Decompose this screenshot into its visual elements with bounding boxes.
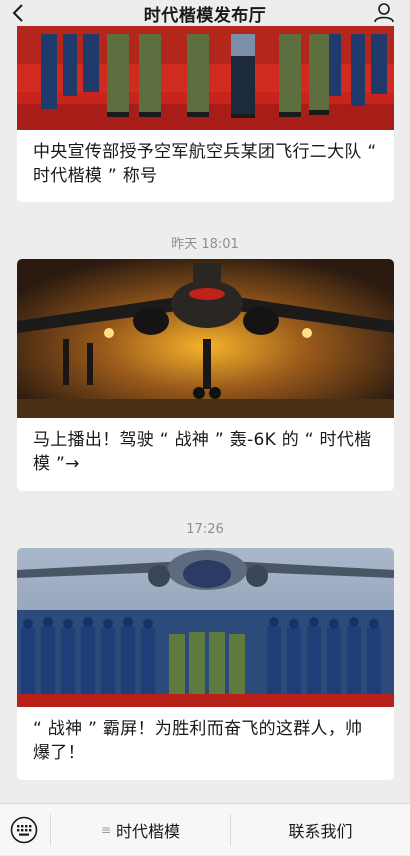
chevron-left-icon[interactable]: [8, 2, 30, 24]
timestamp-1: 昨天 18:01: [171, 237, 239, 252]
user-icon[interactable]: [372, 1, 396, 25]
article-image-3: [17, 548, 394, 707]
article-title-3[interactable]: “ 战神 ” 霸屏！为胜利而奋飞的这群人，帅爆了！: [17, 707, 394, 765]
menu-label-contact: 联系我们: [288, 822, 353, 841]
article-title-1[interactable]: 中央宣传部授予空军航空兵某团飞行二大队 “ 时代楷模 ” 称号: [17, 130, 394, 188]
article-card-2[interactable]: 马上播出！驾驶 “ 战神 ” 轰-6K 的 “ 时代楷模 ”→: [17, 259, 394, 491]
article-card-3[interactable]: “ 战神 ” 霸屏！为胜利而奋飞的这群人，帅爆了！: [17, 548, 394, 780]
timestamp-2: 17:26: [186, 522, 224, 537]
menu-button-contact[interactable]: 联系我们: [231, 804, 410, 856]
bottom-menu-bar: ≡ 时代楷模 联系我们: [0, 803, 410, 855]
top-nav-bar: 时代楷模发布厅: [0, 0, 410, 26]
menu-button-heroes[interactable]: ≡ 时代楷模: [51, 804, 230, 856]
menu-list-icon: ≡: [100, 823, 112, 837]
menu-label-heroes: 时代楷模: [116, 822, 181, 841]
keyboard-icon[interactable]: [10, 816, 38, 844]
page-title: 时代楷模发布厅: [143, 5, 267, 26]
article-card-1[interactable]: 中央宣传部授予空军航空兵某团飞行二大队 “ 时代楷模 ” 称号: [17, 0, 394, 202]
message-feed[interactable]: 中央宣传部授予空军航空兵某团飞行二大队 “ 时代楷模 ” 称号 昨天 18:01: [0, 0, 410, 803]
article-title-2[interactable]: 马上播出！驾驶 “ 战神 ” 轰-6K 的 “ 时代楷模 ”→: [17, 418, 394, 476]
article-image-2: [17, 259, 394, 418]
